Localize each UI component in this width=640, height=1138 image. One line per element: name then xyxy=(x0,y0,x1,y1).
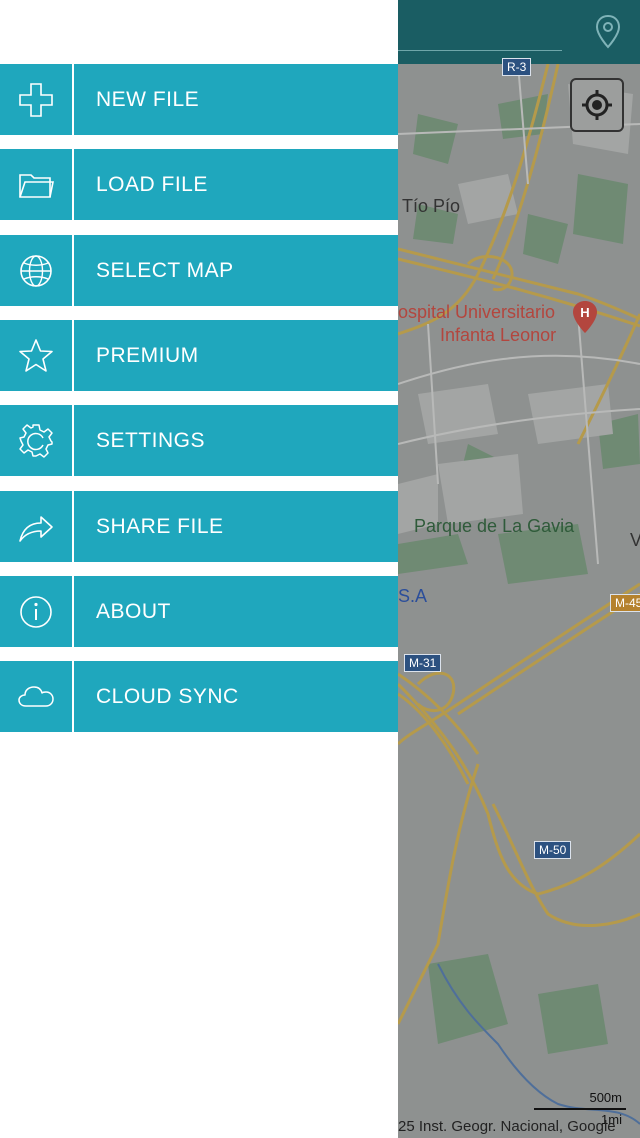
globe-icon xyxy=(20,254,52,287)
location-pin-icon[interactable] xyxy=(594,14,622,50)
cloud-icon xyxy=(18,685,54,707)
road-shield-r3: R-3 xyxy=(502,58,532,76)
map-tiles xyxy=(398,64,640,1125)
menu-icon-cell xyxy=(0,320,74,391)
menu-item-label: SHARE FILE xyxy=(96,514,224,538)
svg-text:H: H xyxy=(580,305,589,320)
folder-icon xyxy=(19,173,54,198)
crosshair-icon xyxy=(582,90,612,120)
plus-icon xyxy=(19,82,53,117)
menu-item-select-map[interactable]: SELECT MAP xyxy=(0,235,398,306)
gear-icon xyxy=(19,423,53,458)
menu-item-label: SELECT MAP xyxy=(96,258,234,282)
map-label-v: V xyxy=(630,530,640,550)
menu-item-label: LOAD FILE xyxy=(96,172,208,196)
menu-item-label: ABOUT xyxy=(96,599,171,623)
my-location-button[interactable] xyxy=(570,78,624,132)
map-label-parque: Parque de La Gavia xyxy=(414,516,575,536)
navigation-drawer: NEW FILE LOAD FILE SELECT MAP PREMIUM SE… xyxy=(0,0,398,1138)
map-label-hospital: ospital Universitario xyxy=(398,302,556,322)
menu-item-share-file[interactable]: SHARE FILE xyxy=(0,491,398,562)
scale-metric: 500m xyxy=(589,1090,622,1105)
menu-icon-cell xyxy=(0,405,74,476)
menu-icon-cell xyxy=(0,491,74,562)
menu-item-new-file[interactable]: NEW FILE xyxy=(0,64,398,135)
menu-icon-cell xyxy=(0,64,74,135)
share-icon xyxy=(19,515,53,542)
menu-item-label: CLOUD SYNC xyxy=(96,684,239,708)
map-top-bar xyxy=(398,0,640,64)
menu-item-load-file[interactable]: LOAD FILE xyxy=(0,149,398,220)
map-label-sa: S.A xyxy=(398,586,428,606)
road-shield-m45: M-45 xyxy=(610,594,640,612)
menu-item-about[interactable]: ABOUT xyxy=(0,576,398,647)
star-icon xyxy=(19,338,53,372)
menu-icon-cell xyxy=(0,235,74,306)
menu-icon-cell xyxy=(0,576,74,647)
map-attribution: 25 Inst. Geogr. Nacional, Google xyxy=(398,1118,616,1135)
info-icon xyxy=(20,595,52,628)
map-label-hospital-name: Infanta Leonor xyxy=(440,325,557,345)
menu-item-cloud-sync[interactable]: CLOUD SYNC xyxy=(0,661,398,732)
road-shield-m31: M-31 xyxy=(404,654,442,672)
map-view[interactable]: Tío Pío ospital Universitario Infanta Le… xyxy=(398,0,640,1138)
hospital-marker-icon: H xyxy=(573,301,597,333)
scale-bar xyxy=(534,1108,626,1110)
menu-item-label: NEW FILE xyxy=(96,87,200,111)
menu-icon-cell xyxy=(0,149,74,220)
menu-item-label: PREMIUM xyxy=(96,343,199,367)
menu-item-settings[interactable]: SETTINGS xyxy=(0,405,398,476)
menu-item-label: SETTINGS xyxy=(96,428,206,452)
map-label-tio-pio: Tío Pío xyxy=(402,196,461,216)
road-shield-m50: M-50 xyxy=(534,841,572,859)
menu-item-premium[interactable]: PREMIUM xyxy=(0,320,398,391)
menu-icon-cell xyxy=(0,661,74,732)
search-underline xyxy=(398,50,562,51)
